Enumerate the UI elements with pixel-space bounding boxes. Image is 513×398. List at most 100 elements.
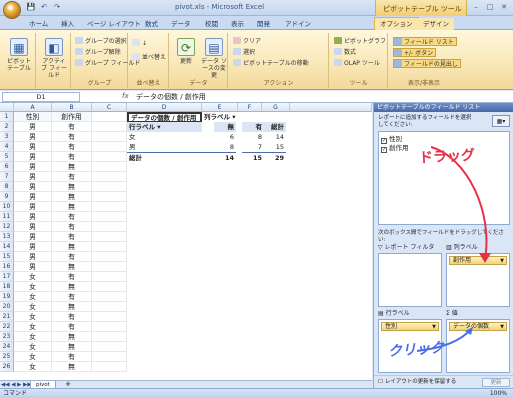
cell[interactable] <box>92 172 127 182</box>
row-header[interactable]: 16 <box>0 262 14 272</box>
cell[interactable]: 無 <box>52 162 92 172</box>
cell[interactable] <box>92 132 127 142</box>
row-header[interactable]: 22 <box>0 322 14 332</box>
row-header[interactable]: 12 <box>0 222 14 232</box>
cell[interactable] <box>92 322 127 332</box>
defer-update-checkbox[interactable]: ☐ レイアウトの更新を保留する <box>378 379 456 386</box>
cell[interactable]: 女 <box>14 362 52 372</box>
active-field-button[interactable]: ◧ アクティブ フィールド <box>40 37 68 79</box>
save-icon[interactable]: 💾 <box>26 3 36 12</box>
pane-layout-button[interactable]: ▦▾ <box>492 115 510 127</box>
tab-view[interactable]: 表示 <box>226 18 249 30</box>
cell[interactable] <box>92 262 127 272</box>
column-header[interactable]: E <box>202 103 238 112</box>
cell[interactable]: 女 <box>14 332 52 342</box>
cell[interactable] <box>92 252 127 262</box>
sort-button[interactable]: 並べ替え <box>132 53 166 62</box>
cell[interactable]: 無 <box>52 242 92 252</box>
cell[interactable]: 無 <box>52 182 92 192</box>
report-filter-area[interactable] <box>378 253 442 307</box>
col-field-chip[interactable]: 創作用 ▼ <box>449 256 507 265</box>
cell[interactable]: 有 <box>52 222 92 232</box>
pivotchart-button[interactable]: ピボットグラフ <box>334 37 386 46</box>
cell[interactable]: 有 <box>52 252 92 262</box>
close-button[interactable]: ✕ <box>498 2 510 12</box>
values-area[interactable]: データの個数 ▼ <box>446 319 510 373</box>
cell[interactable] <box>92 212 127 222</box>
expand-buttons-button[interactable]: +/- ボタン <box>393 48 437 57</box>
cell[interactable] <box>92 302 127 312</box>
select-all-corner[interactable] <box>0 103 14 112</box>
cell[interactable] <box>92 202 127 212</box>
fx-icon[interactable]: fx <box>122 92 129 100</box>
chevron-down-icon[interactable]: ▼ <box>432 323 436 331</box>
cell[interactable]: 有 <box>52 122 92 132</box>
group-selection-button[interactable]: グループの選択 <box>75 37 127 46</box>
cell[interactable]: 男 <box>14 132 52 142</box>
cell[interactable] <box>92 242 127 252</box>
cell[interactable]: 無 <box>52 332 92 342</box>
cell[interactable]: 性別 <box>14 112 52 122</box>
cell[interactable]: 女 <box>14 342 52 352</box>
pivot-col-value[interactable]: 無 <box>214 122 236 132</box>
pivot-row-label[interactable]: 行ラベル ▾ <box>127 122 202 132</box>
cell[interactable]: 男 <box>14 152 52 162</box>
cell[interactable]: 有 <box>52 132 92 142</box>
olap-tools-button[interactable]: OLAP ツール <box>334 59 380 68</box>
row-header[interactable]: 19 <box>0 292 14 302</box>
chevron-down-icon[interactable]: ▼ <box>500 323 504 331</box>
cell[interactable]: 男 <box>14 252 52 262</box>
ungroup-button[interactable]: グループ解除 <box>75 48 121 57</box>
row-header[interactable]: 17 <box>0 272 14 282</box>
pivot-row-item[interactable]: 男 <box>127 142 202 152</box>
cell[interactable]: 女 <box>14 302 52 312</box>
pivot-col-label[interactable]: 列ラベル ▾ <box>202 112 262 122</box>
pivot-row-item[interactable]: 女 <box>127 132 202 142</box>
tab-home[interactable]: ホーム <box>24 18 53 30</box>
column-header[interactable]: G <box>262 103 290 112</box>
field-headers-button[interactable]: フィールドの見出し <box>393 59 461 68</box>
clear-button[interactable]: クリア <box>233 37 261 46</box>
row-header[interactable]: 10 <box>0 202 14 212</box>
cell[interactable] <box>92 142 127 152</box>
cell[interactable] <box>92 162 127 172</box>
tab-insert[interactable]: 挿入 <box>56 18 79 30</box>
restore-button[interactable]: □ <box>484 2 496 12</box>
row-header[interactable]: 26 <box>0 362 14 372</box>
cell[interactable]: 女 <box>14 272 52 282</box>
tab-page-layout[interactable]: ページ レイアウト <box>82 18 146 30</box>
cell[interactable]: 女 <box>14 352 52 362</box>
cell[interactable]: 男 <box>14 182 52 192</box>
pivot-total-cell[interactable]: 14 <box>214 152 236 163</box>
move-pivottable-button[interactable]: ピボットテーブルの移動 <box>233 59 309 68</box>
cell[interactable]: 女 <box>14 282 52 292</box>
cell[interactable]: 無 <box>52 202 92 212</box>
cell[interactable] <box>92 362 127 372</box>
column-header[interactable]: C <box>92 103 127 112</box>
cell[interactable]: 女 <box>14 322 52 332</box>
row-header[interactable]: 4 <box>0 142 14 152</box>
row-header[interactable]: 8 <box>0 182 14 192</box>
row-header[interactable]: 1 <box>0 112 14 122</box>
pivot-cell[interactable]: 15 <box>264 142 286 152</box>
cell[interactable] <box>92 182 127 192</box>
cell[interactable]: 男 <box>14 212 52 222</box>
name-box[interactable]: D1 <box>2 92 80 102</box>
row-header[interactable]: 2 <box>0 122 14 132</box>
cell[interactable] <box>92 282 127 292</box>
cell[interactable]: 男 <box>14 162 52 172</box>
cell[interactable] <box>92 292 127 302</box>
row-header[interactable]: 15 <box>0 252 14 262</box>
cell[interactable]: 女 <box>14 292 52 302</box>
tab-review[interactable]: 校閲 <box>200 18 223 30</box>
tab-addins[interactable]: アドイン <box>280 18 316 30</box>
cell[interactable] <box>92 332 127 342</box>
minimize-button[interactable]: – <box>470 2 482 12</box>
cell[interactable]: 男 <box>14 202 52 212</box>
cell[interactable]: 男 <box>14 192 52 202</box>
column-header[interactable]: D <box>127 103 202 112</box>
column-header[interactable]: A <box>14 103 52 112</box>
column-header[interactable]: F <box>238 103 262 112</box>
row-header[interactable]: 9 <box>0 192 14 202</box>
pivot-col-value[interactable]: 総計 <box>264 122 286 132</box>
